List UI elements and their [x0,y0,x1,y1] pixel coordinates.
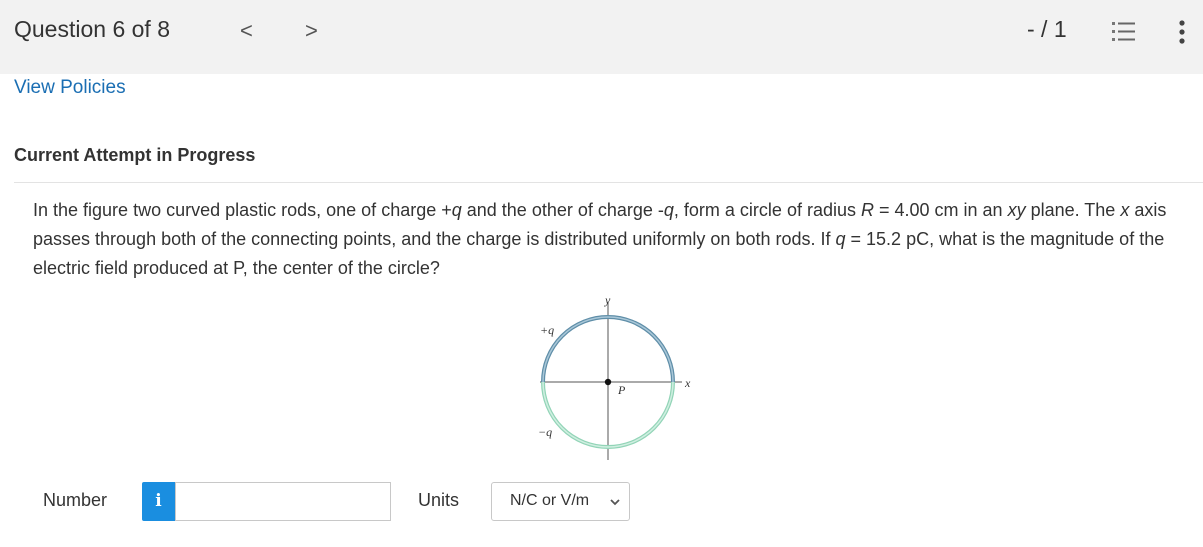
view-policies-link[interactable]: View Policies [14,77,126,99]
list-icon[interactable] [1112,20,1136,44]
divider [14,182,1203,183]
number-label: Number [43,490,108,510]
center-label: P [617,383,626,397]
question-counter: Question 6 of 8 [14,16,170,42]
question-text: In the figure two curved plastic rods, o… [33,200,1167,278]
units-dropdown[interactable]: N/C or V/m [491,482,630,521]
next-question-button[interactable]: > [305,18,318,44]
score-display: - / 1 [1027,16,1067,42]
units-selected-value: N/C or V/m [510,492,590,509]
top-bar: Question 6 of 8 < > - / 1 [0,0,1203,74]
more-vertical-icon[interactable] [1177,20,1187,44]
negative-charge-label: −q [538,425,552,439]
units-label: Units [418,490,460,510]
charged-rods-figure: y x +q −q P [538,293,691,460]
info-icon[interactable]: i [142,482,175,521]
x-axis-label: x [684,376,691,390]
chevron-down-icon [610,499,620,506]
previous-question-button[interactable]: < [240,18,253,44]
positive-charge-label: +q [540,323,554,337]
y-axis-label: y [604,293,611,307]
number-input[interactable] [175,482,391,521]
center-point [604,378,612,386]
attempt-heading: Current Attempt in Progress [14,145,256,165]
